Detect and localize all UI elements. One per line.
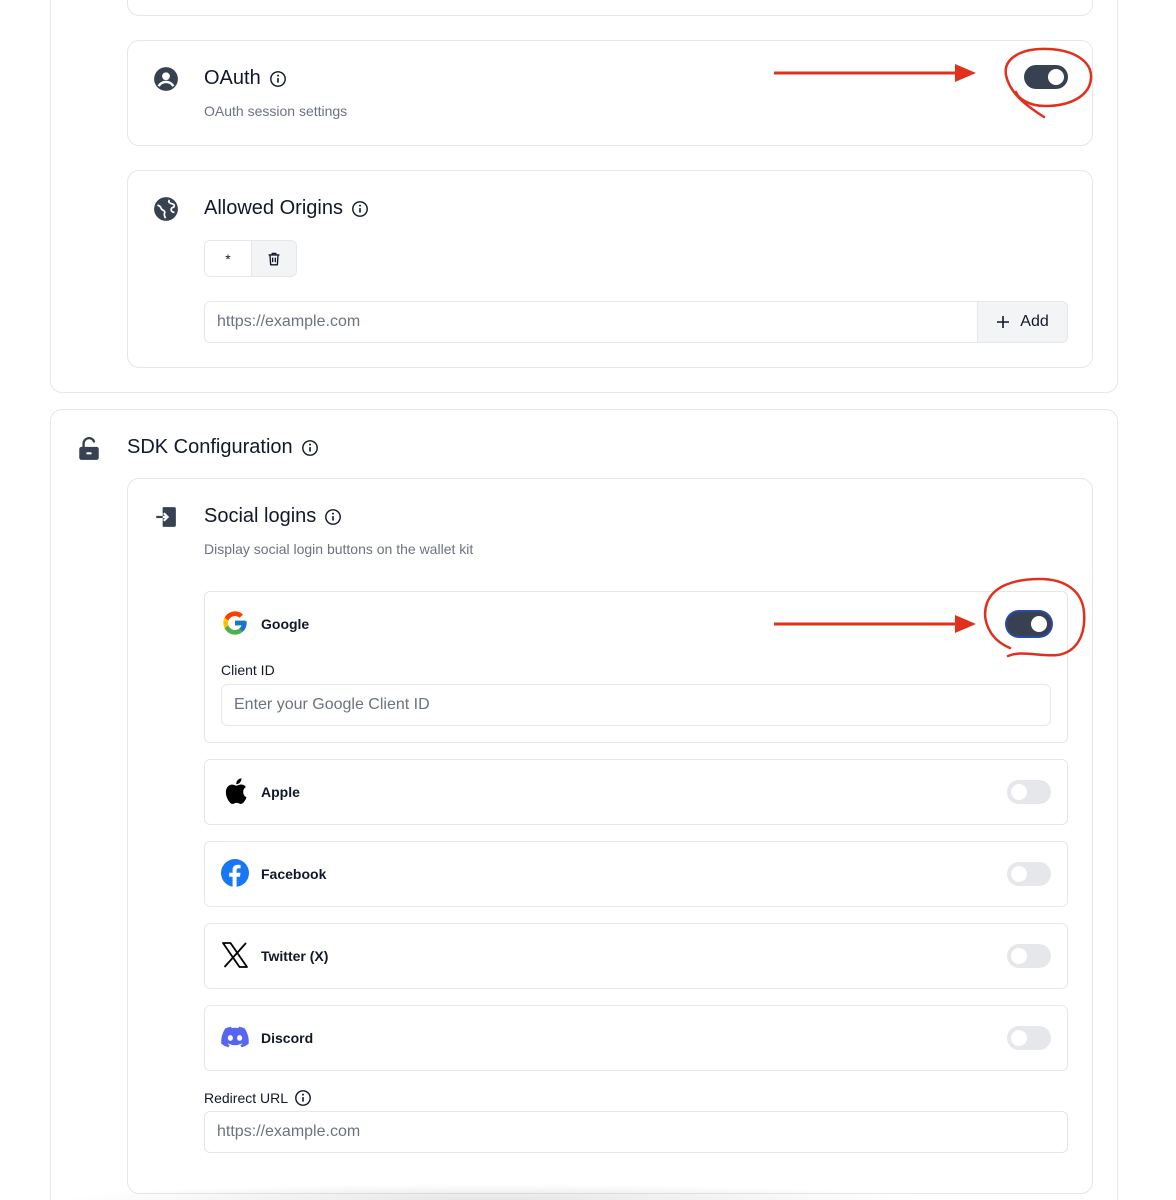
delete-origin-button[interactable] bbox=[251, 241, 296, 276]
oauth-heading: OAuth bbox=[204, 67, 287, 90]
toggle-knob bbox=[1011, 866, 1027, 882]
bottom-shadow bbox=[60, 1184, 920, 1200]
trash-icon bbox=[268, 252, 280, 266]
info-icon[interactable] bbox=[351, 200, 369, 218]
sdk-heading: SDK Configuration bbox=[127, 436, 319, 459]
unlock-icon bbox=[76, 436, 102, 462]
globe-icon bbox=[153, 196, 179, 222]
discord-icon bbox=[221, 1023, 249, 1051]
info-icon[interactable] bbox=[301, 439, 319, 457]
redirect-url-input[interactable] bbox=[204, 1111, 1068, 1153]
provider-label: Twitter (X) bbox=[261, 948, 329, 964]
provider-facebook: Facebook bbox=[204, 841, 1068, 907]
facebook-icon bbox=[221, 859, 249, 887]
social-logins-card bbox=[127, 478, 1093, 1194]
google-icon bbox=[221, 609, 249, 637]
toggle-knob bbox=[1011, 948, 1027, 964]
origin-input[interactable] bbox=[204, 301, 978, 343]
twitter-toggle[interactable] bbox=[1007, 944, 1051, 968]
discord-toggle[interactable] bbox=[1007, 1026, 1051, 1050]
social-logins-description: Display social login buttons on the wall… bbox=[204, 541, 474, 557]
provider-google: Google Client ID bbox=[204, 591, 1068, 743]
plus-icon bbox=[997, 316, 1010, 328]
facebook-toggle[interactable] bbox=[1007, 862, 1051, 886]
google-client-id-input[interactable] bbox=[221, 684, 1051, 726]
social-logins-heading: Social logins bbox=[204, 505, 342, 528]
origin-value: * bbox=[205, 241, 251, 276]
provider-label: Google bbox=[261, 616, 310, 632]
x-icon bbox=[221, 941, 249, 969]
origin-chip: * bbox=[204, 240, 297, 277]
provider-discord: Discord bbox=[204, 1005, 1068, 1071]
provider-label: Apple bbox=[261, 784, 300, 800]
oauth-toggle[interactable] bbox=[1024, 65, 1068, 89]
oauth-title: OAuth bbox=[204, 67, 261, 89]
allowed-origins-title: Allowed Origins bbox=[204, 197, 343, 219]
oauth-description: OAuth session settings bbox=[204, 103, 348, 119]
add-origin-label: Add bbox=[1020, 313, 1049, 330]
user-circle-icon bbox=[153, 66, 179, 92]
toggle-knob bbox=[1048, 69, 1064, 85]
oauth-card bbox=[127, 40, 1093, 146]
toggle-knob bbox=[1011, 1030, 1027, 1046]
client-id-label: Client ID bbox=[221, 662, 275, 678]
redirect-url-label: Redirect URL bbox=[204, 1089, 312, 1107]
apple-toggle[interactable] bbox=[1007, 780, 1051, 804]
info-icon[interactable] bbox=[294, 1089, 312, 1107]
apple-icon bbox=[221, 777, 249, 805]
provider-apple: Apple bbox=[204, 759, 1068, 825]
google-toggle[interactable] bbox=[1007, 612, 1051, 636]
login-icon bbox=[153, 504, 179, 530]
provider-twitter: Twitter (X) bbox=[204, 923, 1068, 989]
sdk-title: SDK Configuration bbox=[127, 436, 293, 458]
toggle-knob bbox=[1031, 616, 1047, 632]
redirect-url-label-text: Redirect URL bbox=[204, 1090, 289, 1106]
provider-label: Facebook bbox=[261, 866, 327, 882]
toggle-knob bbox=[1011, 784, 1027, 800]
allowed-origins-heading: Allowed Origins bbox=[204, 197, 369, 220]
info-icon[interactable] bbox=[324, 508, 342, 526]
info-icon[interactable] bbox=[269, 70, 287, 88]
social-logins-title: Social logins bbox=[204, 505, 317, 527]
previous-card bbox=[127, 0, 1093, 16]
provider-label: Discord bbox=[261, 1030, 314, 1046]
add-origin-button[interactable]: Add bbox=[977, 301, 1068, 343]
